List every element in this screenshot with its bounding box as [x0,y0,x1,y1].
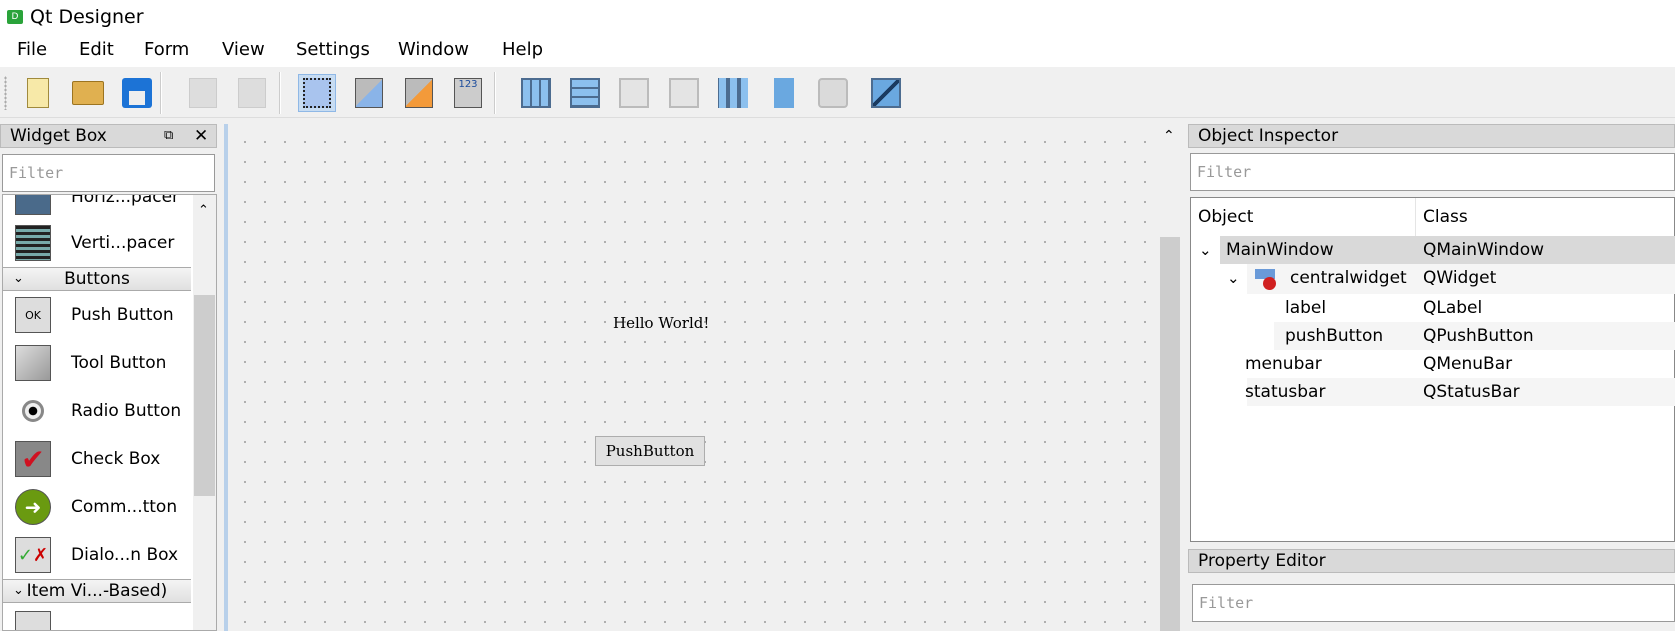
app-icon: D [7,10,23,24]
menu-window[interactable]: Window [398,39,469,60]
dialog-button-box-icon: ✓ ✗ [15,537,51,573]
edit-signals-slots-icon[interactable] [350,74,388,112]
widget-item-push-button[interactable]: OK Push Button [3,291,191,339]
menu-form[interactable]: Form [144,39,189,60]
widget-box-scrollbar[interactable]: ⌃ [193,195,216,630]
break-layout-icon[interactable] [814,74,852,112]
toolbar-separator [279,72,281,114]
category-buttons[interactable]: ⌄ Buttons [3,267,191,291]
scroll-up-icon[interactable]: ⌃ [1163,128,1175,144]
toolbar-grip[interactable] [4,76,7,110]
tree-row[interactable]: ⌄ centralwidget QWidget [1191,264,1675,294]
save-form-icon[interactable] [118,74,156,112]
new-form-icon[interactable] [19,74,57,112]
widget-item-list-view[interactable] [3,605,191,630]
widget-item-check-box[interactable]: ✔ Check Box [3,435,191,483]
canvas-scrollbar-thumb[interactable] [1160,237,1180,631]
scroll-up-icon[interactable]: ⌃ [198,203,209,218]
menu-edit[interactable]: Edit [79,39,114,60]
vertical-spacer-icon [15,225,51,261]
window-title: Qt Designer [30,6,144,28]
edit-widgets-icon[interactable] [298,74,336,112]
bring-to-front-icon[interactable] [184,74,222,112]
lay-out-horizontally-icon[interactable] [517,74,555,112]
widget-box-filter-input[interactable]: Filter [2,154,215,192]
adjust-size-icon[interactable] [867,74,905,112]
arrow-right-circle-icon: ➜ [15,489,51,525]
radio-button-icon [15,393,51,429]
check-box-icon: ✔ [15,441,51,477]
widget-item-dialog-button-box[interactable]: ✓ ✗ Dialo...n Box [3,531,191,579]
title-bar: D Qt Designer [0,0,1675,35]
toolbar: 123 [0,68,1675,118]
tree-row[interactable]: label QLabel [1191,294,1675,322]
chevron-down-icon[interactable]: ⌄ [1199,236,1212,264]
hello-world-label[interactable]: Hello World! [613,314,709,332]
widget-box-header: Widget Box ⧉ ✕ [0,124,217,148]
list-view-icon [15,611,51,630]
property-editor-header: Property Editor [1188,549,1675,573]
tree-row[interactable]: ⌄ MainWindow QMainWindow [1191,236,1675,264]
widget-item-radio-button[interactable]: Radio Button [3,387,191,435]
tree-row[interactable]: statusbar QStatusBar [1191,378,1675,406]
property-editor-filter-input[interactable]: Filter [1192,584,1675,622]
object-inspector-filter-input[interactable]: Filter [1190,153,1675,191]
tree-row[interactable]: pushButton QPushButton [1191,322,1675,350]
float-icon[interactable]: ⧉ [164,125,173,147]
chevron-down-icon[interactable]: ⌄ [1227,264,1240,292]
toolbar-separator [494,72,496,114]
object-inspector-title: Object Inspector [1198,126,1339,146]
edit-buddies-icon[interactable] [400,74,438,112]
property-editor-title: Property Editor [1198,551,1326,571]
widget-box-list: Horiz...pacer Verti...pacer ⌄ Buttons OK P… [2,194,217,631]
scrollbar-thumb[interactable] [194,295,215,496]
open-form-icon[interactable] [69,74,107,112]
object-inspector-header: Object Inspector [1188,124,1675,148]
close-icon[interactable]: ✕ [194,125,208,147]
chevron-down-icon: ⌄ [13,583,24,598]
widget-item-command-link-button[interactable]: ➜ Comm...tton [3,483,191,531]
form-layout-icon[interactable] [765,74,803,112]
form-canvas[interactable] [224,124,1182,631]
tree-row[interactable]: menubar QMenuBar [1191,350,1675,378]
menu-view[interactable]: View [222,39,265,60]
toolbar-separator [160,72,162,114]
menu-bar: File Edit Form View Settings Window Help [0,35,1675,67]
widget-item-vertical-spacer[interactable]: Verti...pacer [3,219,191,267]
vertical-splitter-icon[interactable] [665,74,703,112]
push-button-icon: OK [15,297,51,333]
category-item-views[interactable]: ⌄ Item Vi...-Based) [3,579,191,603]
send-to-back-icon[interactable] [233,74,271,112]
broken-layout-widget-icon [1255,269,1276,290]
horizontal-spacer-icon [15,195,51,215]
widget-box-title: Widget Box [10,126,107,146]
horizontal-splitter-icon[interactable] [615,74,653,112]
lay-out-grid-icon[interactable] [714,74,752,112]
lay-out-vertically-icon[interactable] [566,74,604,112]
column-header-object[interactable]: Object [1191,198,1416,236]
widget-item-tool-button[interactable]: Tool Button [3,339,191,387]
widget-item-horizontal-spacer[interactable]: Horiz...pacer [3,195,191,221]
push-button[interactable]: PushButton [595,436,705,466]
edit-tab-order-icon[interactable]: 123 [449,74,487,112]
object-tree: Object Class ⌄ MainWindow QMainWindow ⌄ … [1190,197,1675,542]
chevron-down-icon: ⌄ [13,271,24,286]
wrench-icon [15,345,51,381]
menu-settings[interactable]: Settings [296,39,370,60]
column-header-class[interactable]: Class [1416,198,1675,236]
menu-file[interactable]: File [17,39,47,60]
menu-help[interactable]: Help [502,39,543,60]
